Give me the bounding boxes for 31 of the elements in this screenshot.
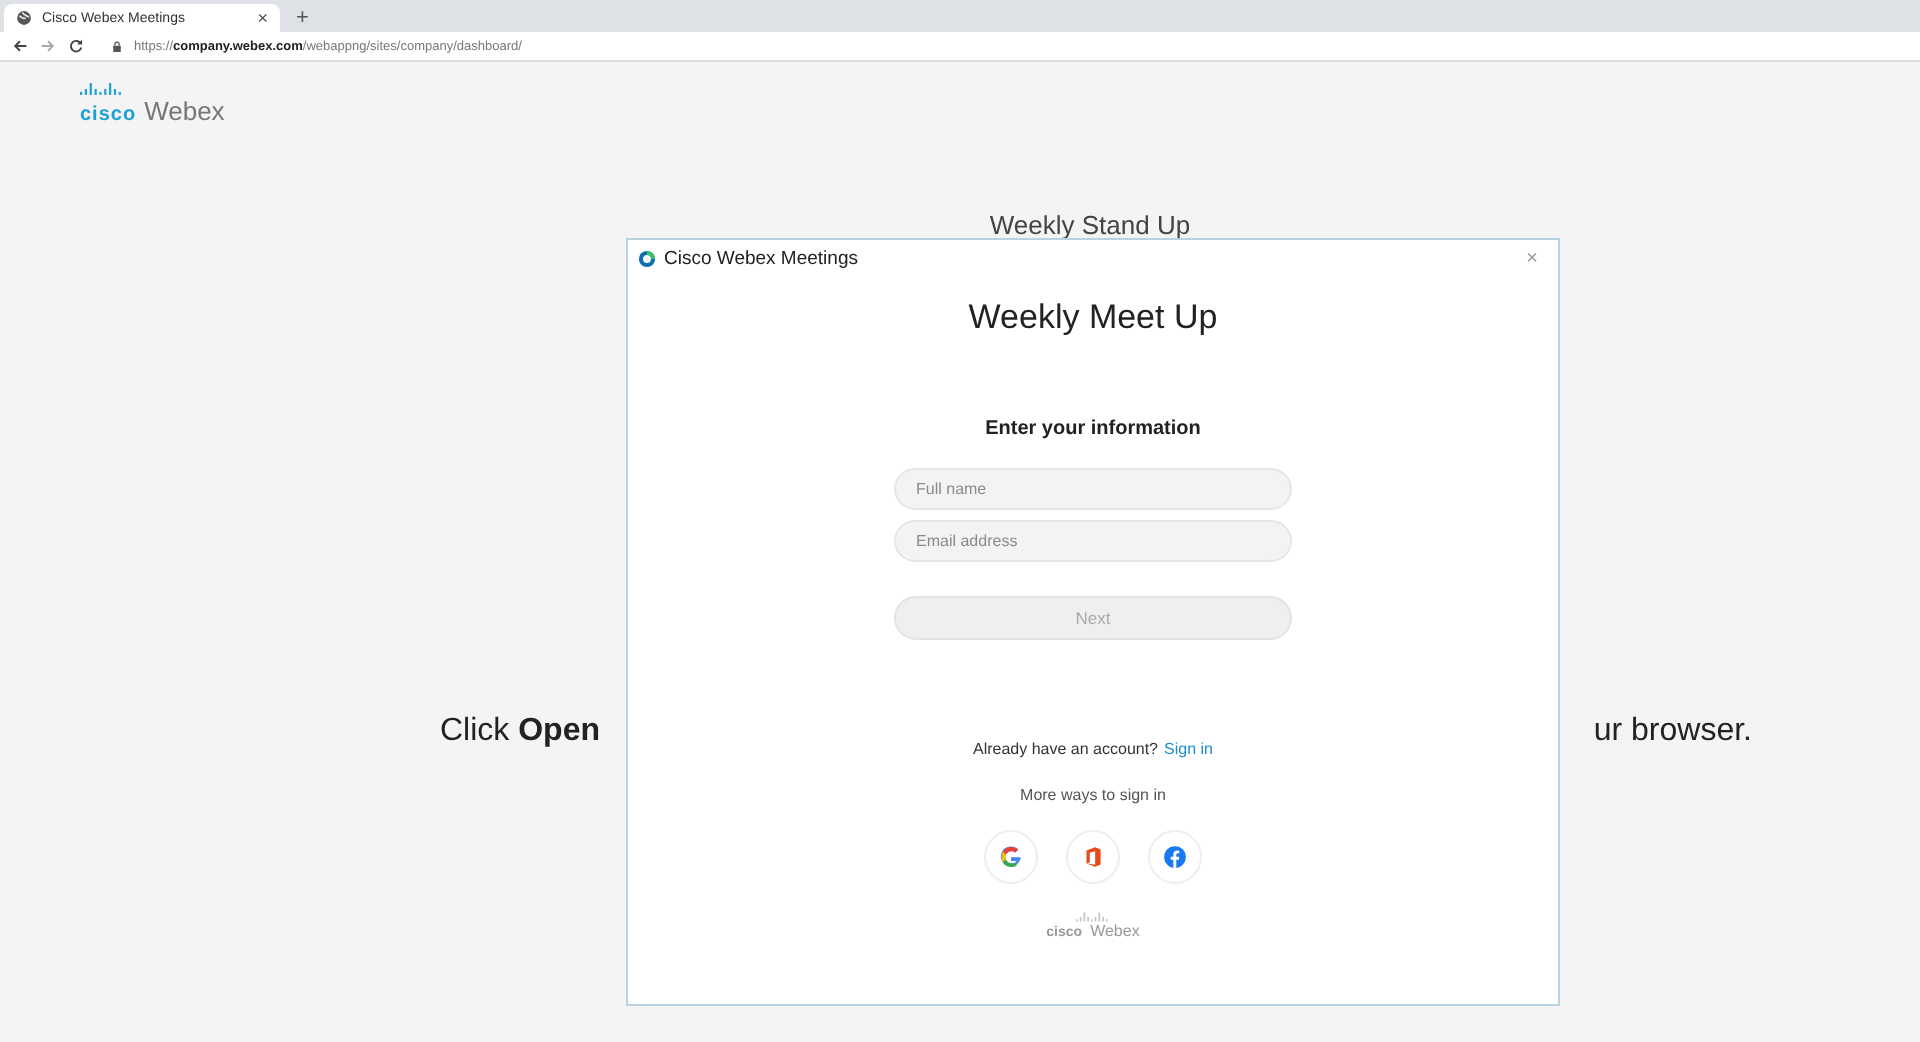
instruction-text: Click Open	[440, 714, 600, 750]
logo-brand: cisco	[80, 104, 137, 126]
globe-icon	[16, 10, 32, 26]
new-tab-button[interactable]: +	[296, 4, 309, 32]
logo-bars-icon	[1075, 912, 1110, 922]
sign-in-option-button[interactable]	[1066, 830, 1120, 884]
reload-icon[interactable]	[68, 38, 84, 54]
webex-icon	[638, 250, 656, 268]
account-prompt: Already have an account?	[973, 740, 1159, 758]
sign-in-link[interactable]: Sign in	[1164, 740, 1213, 758]
instruction-text: ur browser.	[1593, 714, 1752, 750]
google-logo-icon	[998, 844, 1024, 870]
dialog-heading: Weekly Meet Up	[968, 298, 1218, 338]
sign-in-option-button[interactable]	[1148, 830, 1202, 884]
facebook-logo-icon	[1162, 844, 1188, 870]
meeting-title: Weekly Stand Up	[987, 210, 1193, 240]
office-logo-icon	[1080, 844, 1106, 870]
logo-bars-icon	[80, 82, 124, 96]
sign-in-option-button[interactable]	[984, 830, 1038, 884]
input-field[interactable]: Full name	[894, 468, 1292, 510]
close-button[interactable]: ×	[1526, 248, 1538, 270]
back-icon[interactable]	[12, 38, 28, 54]
dialog-title: Cisco Webex Meetings	[664, 248, 860, 270]
tab-close-button[interactable]: ×	[257, 8, 268, 28]
logo-product: Webex	[1090, 922, 1140, 940]
input-field[interactable]: Email address	[894, 520, 1292, 562]
form-subheading: Enter your information	[985, 418, 1201, 440]
more-ways-text: More ways to sign in	[1020, 786, 1166, 804]
forward-icon[interactable]	[40, 38, 56, 54]
lock-icon	[112, 39, 122, 53]
logo-product: Webex	[144, 96, 225, 126]
